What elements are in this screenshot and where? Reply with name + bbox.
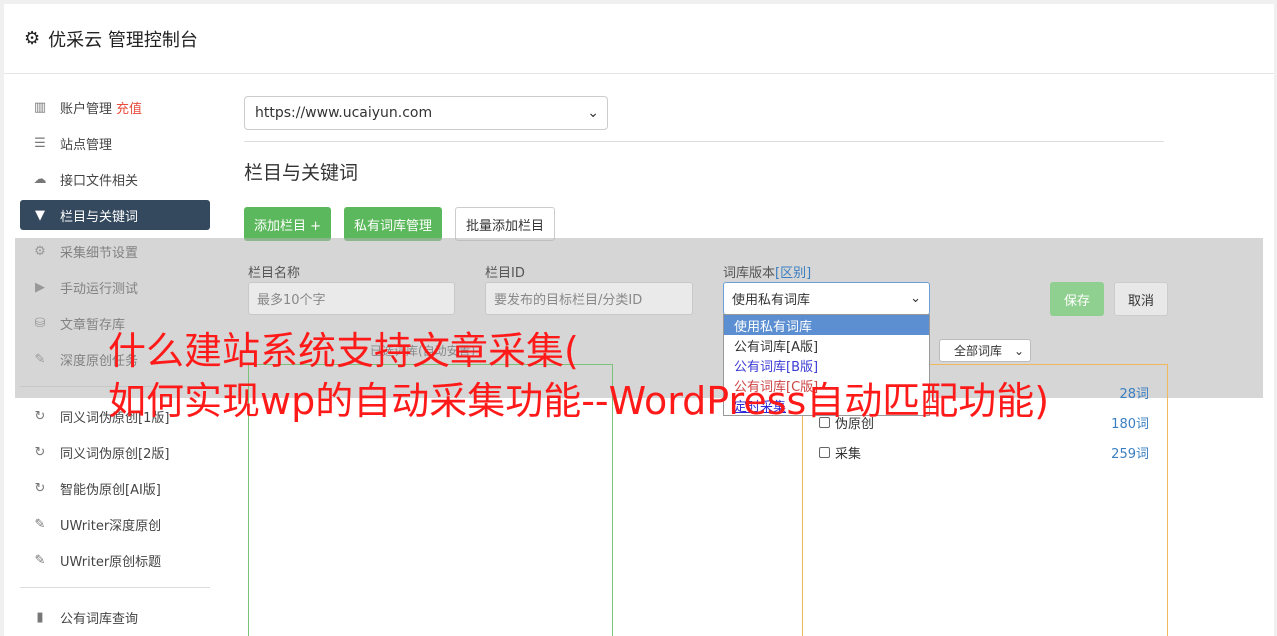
column-name-input[interactable]: 最多10个字 bbox=[248, 282, 455, 315]
edit-icon: ✎ bbox=[34, 552, 46, 568]
lib-count: 180词 bbox=[1111, 417, 1149, 432]
sidebar-item-label: 账户管理 bbox=[60, 101, 113, 117]
sidebar-item[interactable]: ✎ UWriter深度原创 bbox=[20, 509, 210, 539]
sidebar-item-label: 同义词伪原创[2版] bbox=[60, 446, 170, 462]
sidebar-item[interactable]: ▼ 栏目与关键词 bbox=[20, 200, 210, 230]
column-name-label: 栏目名称 bbox=[248, 266, 301, 281]
divider bbox=[244, 141, 1164, 142]
add-column-button[interactable]: 添加栏目 + bbox=[244, 207, 332, 241]
app-title: 优采云 管理控制台 bbox=[48, 29, 198, 51]
action-buttons: 添加栏目 + 私有词库管理 批量添加栏目 bbox=[244, 207, 1164, 241]
site-select[interactable]: https://www.ucaiyun.com ⌄ bbox=[244, 96, 608, 130]
chevron-down-icon: ⌄ bbox=[587, 105, 599, 121]
lib-count: 259词 bbox=[1111, 447, 1149, 462]
lib-name-text: 采集 bbox=[835, 447, 862, 462]
site-select-value: https://www.ucaiyun.com bbox=[255, 105, 433, 121]
column-name-group: 栏目名称 最多10个字 bbox=[248, 262, 455, 315]
lib-version-select[interactable]: 使用私有词库 ⌄ bbox=[723, 282, 930, 315]
sidebar-item-label: 栏目与关键词 bbox=[60, 209, 139, 225]
sidebar-divider bbox=[20, 587, 210, 588]
sidebar-item[interactable]: ↻ 同义词伪原创[2版] bbox=[20, 437, 210, 467]
chevron-down-icon: ⌄ bbox=[910, 291, 921, 306]
watermark-text: 什么建站系统支持文章采集( 如何实现wp的自动采集功能--WordPress自动… bbox=[108, 326, 1049, 426]
lib-version-label: 词库版本[区别] bbox=[723, 262, 930, 281]
book-icon: ▮ bbox=[36, 609, 44, 625]
main-content: https://www.ucaiyun.com ⌄ 栏目与关键词 添加栏目 + … bbox=[244, 96, 1164, 241]
sidebar-item[interactable]: ▮ 公有词库查询 bbox=[20, 602, 210, 632]
sidebar-item-label: 站点管理 bbox=[60, 137, 113, 153]
column-id-input[interactable]: 要发布的目标栏目/分类ID bbox=[485, 282, 693, 315]
watermark-line-2: 如何实现wp的自动采集功能--WordPress自动匹配功能) bbox=[108, 379, 1050, 423]
sidebar-item-label: 接口文件相关 bbox=[60, 173, 139, 189]
sidebar-item-label: 公有词库查询 bbox=[60, 611, 139, 627]
sidebar-item[interactable]: ✎ UWriter原创标题 bbox=[20, 545, 210, 575]
lib-version-label-text: 词库版本 bbox=[723, 266, 776, 281]
sidebar-item[interactable]: ☰ 站点管理 bbox=[20, 128, 210, 158]
refresh-icon: ↻ bbox=[34, 480, 46, 496]
sidebar-item-label: 智能伪原创[AI版] bbox=[60, 482, 161, 498]
sidebar-item[interactable]: ▥ 账户管理 充值 bbox=[20, 92, 210, 122]
cancel-button[interactable]: 取消 bbox=[1114, 282, 1168, 316]
bar-chart-icon: ▥ bbox=[33, 99, 47, 115]
sidebar-item[interactable]: ↻ 智能伪原创[AI版] bbox=[20, 473, 210, 503]
watermark-line-1: 什么建站系统支持文章采集( bbox=[108, 329, 579, 373]
recharge-link[interactable]: 充值 bbox=[116, 98, 142, 117]
app-header: ⚙ 优采云 管理控制台 bbox=[4, 4, 1274, 74]
column-id-label: 栏目ID bbox=[485, 266, 525, 281]
edit-icon: ✎ bbox=[34, 516, 46, 532]
lib-checkbox[interactable] bbox=[819, 447, 830, 458]
gear-icon: ⚙ bbox=[24, 28, 41, 49]
refresh-icon: ↻ bbox=[34, 444, 46, 460]
batch-add-button[interactable]: 批量添加栏目 bbox=[455, 207, 556, 241]
filter-icon: ▼ bbox=[35, 207, 45, 223]
lib-count: 28词 bbox=[1119, 387, 1149, 402]
section-title: 栏目与关键词 bbox=[244, 162, 359, 184]
lib-row-name: 采集 bbox=[819, 443, 861, 462]
sidebar-item-label: UWriter原创标题 bbox=[60, 554, 162, 570]
lib-row: 采集 259词 bbox=[819, 443, 1149, 462]
refresh-icon: ↻ bbox=[34, 408, 46, 424]
column-id-group: 栏目ID 要发布的目标栏目/分类ID bbox=[485, 262, 693, 315]
sidebar-item-label: UWriter深度原创 bbox=[60, 518, 162, 534]
cloud-upload-icon: ☁ bbox=[33, 171, 47, 187]
sidebar-item[interactable]: ☁ 接口文件相关 bbox=[20, 164, 210, 194]
server-icon: ☰ bbox=[34, 135, 46, 151]
private-lib-button[interactable]: 私有词库管理 bbox=[344, 207, 443, 241]
save-button[interactable]: 保存 bbox=[1050, 282, 1104, 316]
lib-version-group: 词库版本[区别] 使用私有词库 ⌄ bbox=[723, 262, 930, 315]
lib-version-diff-link[interactable]: [区别] bbox=[775, 266, 811, 281]
lib-version-value: 使用私有词库 bbox=[732, 293, 811, 308]
